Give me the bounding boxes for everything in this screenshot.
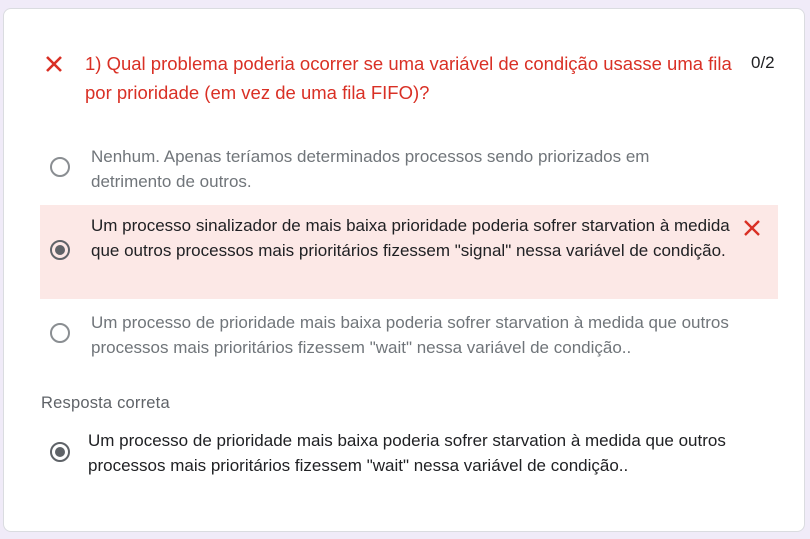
answer-option-label: Um processo sinalizador de mais baixa pr… <box>91 216 730 260</box>
answer-option[interactable]: Nenhum. Apenas teríamos determinados pro… <box>40 144 778 200</box>
score-badge: 0/2 <box>751 53 775 72</box>
radio-button-checked <box>50 442 70 462</box>
answer-option-label: Um processo de prioridade mais baixa pod… <box>91 313 729 357</box>
close-icon <box>744 220 760 236</box>
answer-option-selected-wrong[interactable]: Um processo sinalizador de mais baixa pr… <box>40 205 778 299</box>
question-card: 1) Qual problema poderia ocorrer se uma … <box>3 8 805 532</box>
answer-option-label: Nenhum. Apenas teríamos determinados pro… <box>91 147 650 191</box>
correct-answer-heading: Resposta correta <box>41 394 170 412</box>
radio-button-checked[interactable] <box>50 240 70 260</box>
correct-answer-option: Um processo de prioridade mais baixa pod… <box>40 427 778 483</box>
radio-button[interactable] <box>50 157 70 177</box>
radio-button[interactable] <box>50 323 70 343</box>
question-title: 1) Qual problema poderia ocorrer se uma … <box>85 53 732 103</box>
close-icon <box>46 56 62 72</box>
correct-answer-label: Um processo de prioridade mais baixa pod… <box>88 431 726 475</box>
answer-option[interactable]: Um processo de prioridade mais baixa pod… <box>40 310 778 366</box>
